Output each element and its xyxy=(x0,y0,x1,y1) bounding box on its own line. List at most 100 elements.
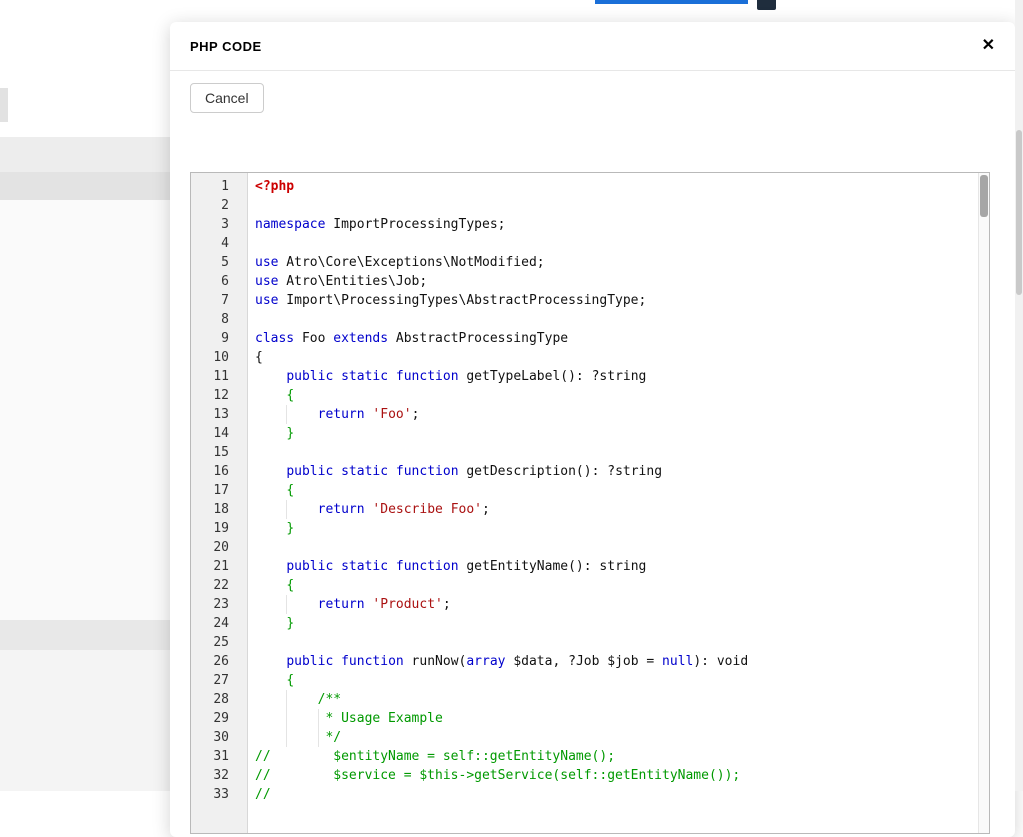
code-line: use Atro\Core\Exceptions\NotModified; xyxy=(255,253,989,272)
line-number: 26 xyxy=(191,652,229,671)
code-token: namespace xyxy=(255,217,325,232)
code-line xyxy=(255,443,989,462)
line-number: 12 xyxy=(191,386,229,405)
code-token: 'Product' xyxy=(372,597,442,612)
code-token: function xyxy=(396,369,459,384)
code-token: { xyxy=(286,388,294,403)
code-token xyxy=(255,654,286,669)
indent-guide xyxy=(286,728,287,747)
code-token: return xyxy=(318,502,365,517)
code-token: array xyxy=(466,654,505,669)
editor-scrollbar[interactable] xyxy=(978,173,989,833)
code-token xyxy=(255,464,286,479)
background-block xyxy=(0,88,8,122)
code-line: // $entityName = self::getEntityName(); xyxy=(255,747,989,766)
code-token: { xyxy=(286,483,294,498)
line-number: 13 xyxy=(191,405,229,424)
line-number: 33 xyxy=(191,785,229,804)
code-token xyxy=(388,464,396,479)
indent-guide xyxy=(286,690,287,709)
code-token: public xyxy=(286,464,333,479)
code-token: // xyxy=(255,787,271,802)
editor-scrollbar-thumb[interactable] xyxy=(980,175,988,217)
code-token: // $service = $this->getService(self::ge… xyxy=(255,768,740,783)
code-token: use xyxy=(255,274,278,289)
code-editor[interactable]: 1234567891011121314151617181920212223242… xyxy=(190,172,990,834)
line-number: 29 xyxy=(191,709,229,728)
line-number: 24 xyxy=(191,614,229,633)
code-line: } xyxy=(255,519,989,538)
line-number: 30 xyxy=(191,728,229,747)
indent-guide xyxy=(286,709,287,728)
line-number: 21 xyxy=(191,557,229,576)
code-token: } xyxy=(286,616,294,631)
code-token: function xyxy=(341,654,404,669)
cancel-button[interactable]: Cancel xyxy=(190,83,264,113)
code-token: public xyxy=(286,369,333,384)
background-button-top[interactable] xyxy=(595,0,748,4)
code-token xyxy=(333,559,341,574)
code-token: public xyxy=(286,559,333,574)
code-line xyxy=(255,633,989,652)
code-line: * Usage Example xyxy=(255,709,989,728)
code-token: null xyxy=(662,654,693,669)
code-token: Atro\Entities\Job; xyxy=(278,274,427,289)
background-block xyxy=(0,650,170,791)
background-block xyxy=(0,172,170,200)
page-scrollbar-thumb[interactable] xyxy=(1016,130,1022,295)
code-token: static xyxy=(341,369,388,384)
line-number: 8 xyxy=(191,310,229,329)
code-token: { xyxy=(286,673,294,688)
line-number: 6 xyxy=(191,272,229,291)
line-number: 14 xyxy=(191,424,229,443)
code-token: use xyxy=(255,255,278,270)
code-token: ; xyxy=(443,597,451,612)
code-token xyxy=(333,464,341,479)
background-block xyxy=(0,620,170,650)
code-token: public xyxy=(286,654,333,669)
background-menu-icon[interactable] xyxy=(757,0,776,10)
code-token xyxy=(255,616,286,631)
code-token: 'Foo' xyxy=(372,407,411,422)
modal-header: PHP CODE ✕ xyxy=(170,22,1015,71)
modal-body: Cancel 123456789101112131415161718192021… xyxy=(170,71,1015,834)
indent-guide xyxy=(318,728,319,747)
code-line: use Atro\Entities\Job; xyxy=(255,272,989,291)
code-token: { xyxy=(286,578,294,593)
code-token: { xyxy=(255,350,263,365)
code-line: /** xyxy=(255,690,989,709)
code-token: */ xyxy=(255,730,341,745)
line-number: 25 xyxy=(191,633,229,652)
code-token: <?php xyxy=(255,179,294,194)
page-scrollbar[interactable] xyxy=(1015,0,1023,791)
code-token xyxy=(333,369,341,384)
code-token: function xyxy=(396,559,459,574)
code-line: class Foo extends AbstractProcessingType xyxy=(255,329,989,348)
code-token: ; xyxy=(482,502,490,517)
code-line: { xyxy=(255,386,989,405)
code-line: { xyxy=(255,671,989,690)
editor-gutter: 1234567891011121314151617181920212223242… xyxy=(191,173,248,833)
code-line: public function runNow(array $data, ?Job… xyxy=(255,652,989,671)
code-lines: <?php namespace ImportProcessingTypes; u… xyxy=(248,173,989,833)
code-token: Import\ProcessingTypes\AbstractProcessin… xyxy=(278,293,646,308)
line-number: 16 xyxy=(191,462,229,481)
line-number: 15 xyxy=(191,443,229,462)
code-line: return 'Foo'; xyxy=(255,405,989,424)
indent-guide xyxy=(286,500,287,519)
code-token xyxy=(333,654,341,669)
code-line: } xyxy=(255,424,989,443)
indent-guide xyxy=(318,709,319,728)
line-number: 27 xyxy=(191,671,229,690)
php-code-modal: PHP CODE ✕ Cancel 1234567891011121314151… xyxy=(170,22,1015,837)
code-token xyxy=(255,578,286,593)
line-number: 18 xyxy=(191,500,229,519)
code-token: Foo xyxy=(294,331,333,346)
indent-guide xyxy=(286,595,287,614)
indent-guide xyxy=(286,405,287,424)
code-line: public static function getDescription():… xyxy=(255,462,989,481)
code-token: static xyxy=(341,464,388,479)
close-icon[interactable]: ✕ xyxy=(982,38,995,54)
line-number: 3 xyxy=(191,215,229,234)
code-line: */ xyxy=(255,728,989,747)
